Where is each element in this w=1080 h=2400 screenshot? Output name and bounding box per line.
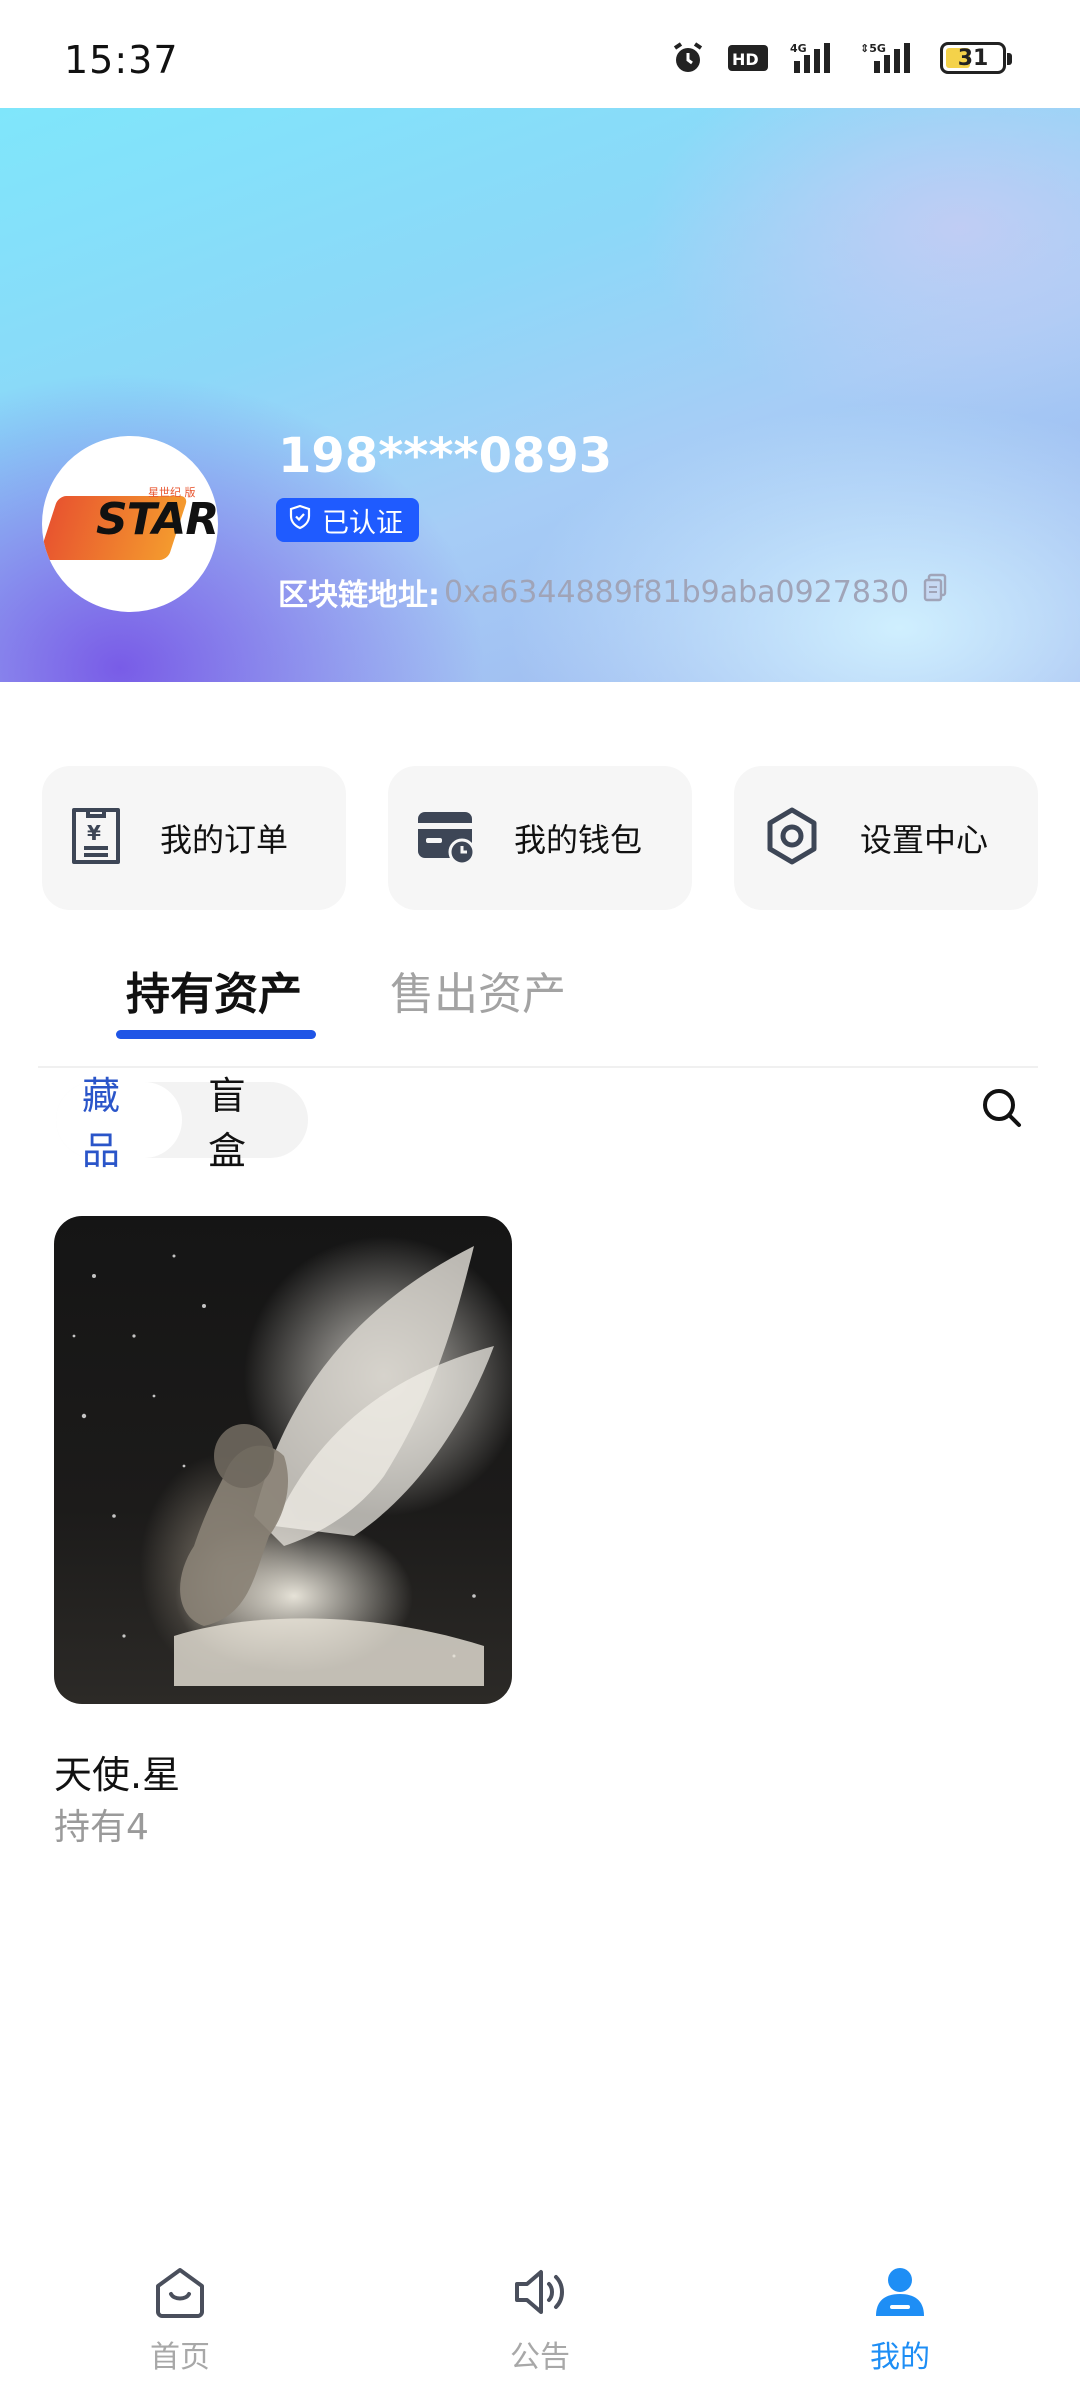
settings-center-button[interactable]: 设置中心	[734, 766, 1038, 910]
nav-home-label: 首页	[150, 2340, 210, 2375]
username: 198****0893	[278, 428, 613, 484]
signal-5g-icon: ⇕5G	[860, 41, 918, 75]
battery-icon: 31	[940, 42, 1012, 74]
speaker-icon	[511, 2264, 569, 2324]
wallet-icon	[416, 806, 476, 870]
segment-blind-box[interactable]: 盲盒	[182, 1074, 308, 1173]
asset-tabs: 持有资产 售出资产	[0, 940, 1080, 1068]
shield-check-icon	[288, 504, 312, 537]
my-orders-label: 我的订单	[160, 821, 289, 859]
my-wallet-button[interactable]: 我的钱包	[388, 766, 692, 910]
svg-text:4G: 4G	[790, 42, 807, 55]
svg-text:¥: ¥	[87, 821, 101, 845]
nav-notice-label: 公告	[510, 2340, 570, 2375]
chain-address-label: 区块链地址:	[278, 578, 440, 613]
tab-divider	[38, 1066, 1038, 1068]
user-icon	[872, 2264, 928, 2324]
avatar-brand-text: STAR	[96, 494, 218, 545]
chain-address-value: 0xa6344889f81b9aba0927830	[444, 574, 910, 610]
verified-badge: 已认证	[276, 498, 419, 542]
alarm-icon	[670, 40, 706, 76]
active-tab-indicator	[116, 1030, 316, 1039]
collection-item-image[interactable]	[54, 1216, 512, 1704]
signal-4g-icon: 4G	[790, 41, 838, 75]
order-receipt-icon: ¥	[70, 806, 122, 870]
nav-notice[interactable]: 公告	[450, 2264, 630, 2376]
my-orders-button[interactable]: ¥ 我的订单	[42, 766, 346, 910]
status-icons: HD 4G ⇕5G 31	[670, 40, 1012, 76]
nav-mine-label: 我的	[870, 2340, 930, 2375]
battery-level: 31	[957, 45, 989, 71]
verified-label: 已认证	[322, 507, 403, 539]
collection-item-count: 持有4	[54, 1807, 149, 1848]
category-segment: 藏品 盲盒	[56, 1074, 308, 1173]
settings-hex-icon	[762, 806, 822, 870]
tab-sold-assets[interactable]: 售出资产	[390, 958, 566, 1022]
my-wallet-label: 我的钱包	[514, 821, 643, 859]
segment-collectibles[interactable]: 藏品	[56, 1074, 182, 1173]
angel-artwork	[72, 1246, 494, 1686]
search-icon[interactable]	[980, 1086, 1024, 1134]
quick-actions: ¥ 我的订单 我的钱包 设置中心	[42, 766, 1038, 910]
avatar[interactable]: 星世纪 版 STAR	[42, 436, 218, 612]
tab-held-assets[interactable]: 持有资产	[126, 958, 302, 1022]
copy-icon[interactable]	[923, 573, 949, 611]
nav-mine[interactable]: 我的	[810, 2264, 990, 2376]
settings-center-label: 设置中心	[860, 821, 989, 859]
hd-icon: HD	[728, 43, 768, 73]
bottom-nav: 首页 公告 我的	[0, 2250, 1080, 2400]
nav-home[interactable]: 首页	[90, 2264, 270, 2376]
svg-text:HD: HD	[732, 50, 759, 69]
chain-address-row: 区块链地址: 0xa6344889f81b9aba0927830	[278, 570, 949, 614]
status-time: 15:37	[64, 38, 179, 82]
svg-text:⇕5G: ⇕5G	[860, 42, 886, 55]
home-icon	[152, 2264, 208, 2324]
status-bar: 15:37 HD 4G ⇕5G 31	[0, 0, 1080, 108]
collection-item-title[interactable]: 天使.星	[54, 1744, 180, 1799]
